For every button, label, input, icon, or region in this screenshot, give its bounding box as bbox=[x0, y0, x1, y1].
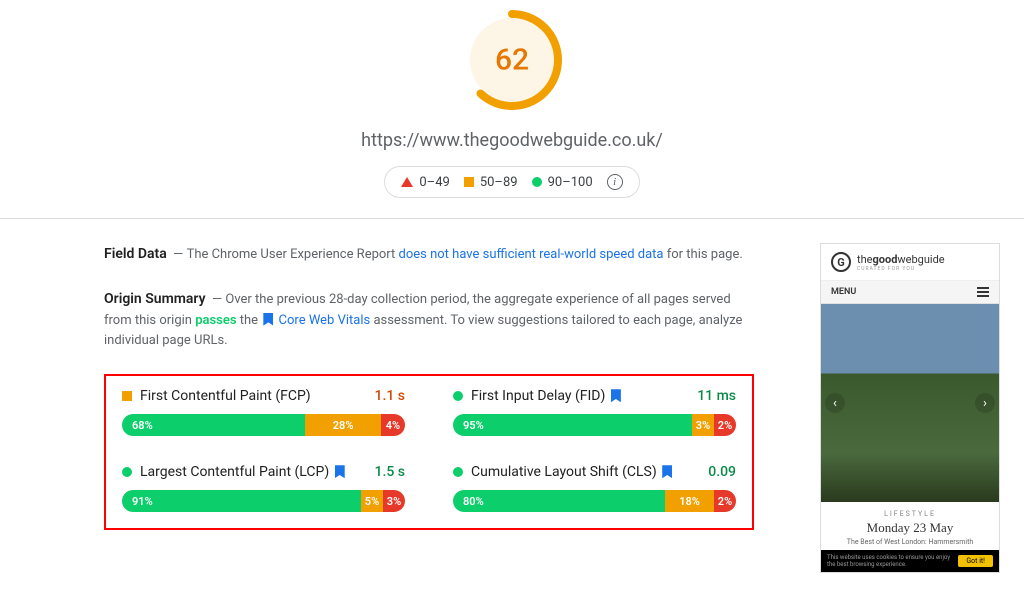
core-web-vitals-link[interactable]: Core Web Vitals bbox=[279, 313, 371, 328]
metric-value: 1.1 s bbox=[375, 388, 406, 404]
metric-value: 11 ms bbox=[697, 388, 736, 404]
metric-fid[interactable]: First Input Delay (FID) 11 ms 95% 3% 2% bbox=[453, 388, 736, 436]
preview-article: LIFESTYLE Monday 23 May The Best of West… bbox=[821, 502, 999, 550]
divider bbox=[0, 218, 1024, 219]
cookie-accept-button: Got it! bbox=[958, 555, 993, 567]
metric-lcp[interactable]: Largest Contentful Paint (LCP) 1.5 s 91%… bbox=[122, 464, 405, 512]
brand-text: thegoodwebguideCURATED FOR YOU bbox=[857, 253, 945, 272]
legend-mid: 50–89 bbox=[464, 175, 518, 190]
metric-fcp[interactable]: First Contentful Paint (FCP) 1.1 s 68% 2… bbox=[122, 388, 405, 436]
origin-summary-title: Origin Summary bbox=[104, 291, 206, 307]
distribution-bar: 91% 5% 3% bbox=[122, 490, 405, 512]
metric-value: 0.09 bbox=[708, 464, 736, 480]
info-icon[interactable]: i bbox=[607, 174, 623, 190]
score-header: 62 https://www.thegoodwebguide.co.uk/ 0–… bbox=[0, 0, 1024, 218]
hamburger-icon bbox=[977, 287, 989, 297]
score-legend: 0–49 50–89 90–100 i bbox=[384, 166, 639, 198]
insufficient-data-link[interactable]: does not have sufficient real-world spee… bbox=[399, 247, 664, 262]
chevron-right-icon: › bbox=[975, 393, 995, 413]
chevron-left-icon: ‹ bbox=[825, 393, 845, 413]
square-orange-icon bbox=[464, 177, 474, 187]
preview-cookie-banner: This website uses cookies to ensure you … bbox=[821, 550, 999, 572]
bookmark-icon bbox=[335, 465, 345, 478]
metrics-grid: First Contentful Paint (FCP) 1.1 s 68% 2… bbox=[104, 374, 754, 530]
preview-hero: ‹ › bbox=[821, 304, 999, 502]
legend-poor: 0–49 bbox=[401, 175, 449, 190]
metric-cls[interactable]: Cumulative Layout Shift (CLS) 0.09 80% 1… bbox=[453, 464, 736, 512]
distribution-bar: 95% 3% 2% bbox=[453, 414, 736, 436]
square-orange-icon bbox=[122, 391, 132, 401]
field-data-title: Field Data bbox=[104, 246, 167, 262]
origin-summary-section: Origin Summary — Over the previous 28-da… bbox=[104, 288, 754, 352]
distribution-bar: 68% 28% 4% bbox=[122, 414, 405, 436]
circle-green-icon bbox=[122, 467, 132, 477]
logo-icon: G bbox=[831, 252, 851, 272]
passes-text: passes bbox=[195, 313, 236, 328]
legend-good: 90–100 bbox=[532, 175, 593, 190]
score-value: 62 bbox=[495, 43, 529, 78]
preview-header: G thegoodwebguideCURATED FOR YOU bbox=[821, 244, 999, 281]
field-data-section: Field Data — The Chrome User Experience … bbox=[104, 243, 754, 266]
bookmark-icon bbox=[263, 313, 273, 326]
metric-value: 1.5 s bbox=[375, 464, 406, 480]
tested-url: https://www.thegoodwebguide.co.uk/ bbox=[361, 130, 663, 151]
page-preview: G thegoodwebguideCURATED FOR YOU MENU ‹ … bbox=[820, 243, 1000, 573]
circle-green-icon bbox=[453, 467, 463, 477]
triangle-red-icon bbox=[401, 177, 413, 187]
bookmark-icon bbox=[662, 465, 672, 478]
score-gauge: 62 bbox=[462, 10, 562, 110]
circle-green-icon bbox=[532, 177, 542, 187]
preview-menubar: MENU bbox=[821, 281, 999, 304]
circle-green-icon bbox=[453, 391, 463, 401]
bookmark-icon bbox=[611, 389, 621, 402]
distribution-bar: 80% 18% 2% bbox=[453, 490, 736, 512]
